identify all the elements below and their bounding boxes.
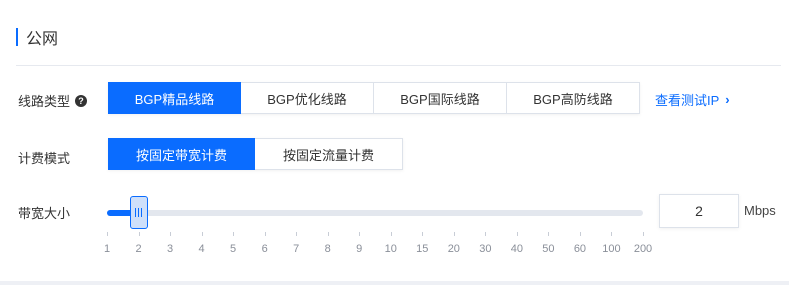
- slider-tick-label: 5: [230, 243, 237, 255]
- view-test-ip-link[interactable]: 查看测试IP ›: [655, 90, 730, 109]
- slider-tick-label: 10: [384, 243, 397, 255]
- billing-option-fixed-bandwidth[interactable]: 按固定带宽计费: [108, 138, 255, 170]
- slider-tick: [422, 232, 423, 236]
- slider-tick-label: 6: [261, 243, 268, 255]
- slider-tick-label: 4: [198, 243, 205, 255]
- help-icon[interactable]: ?: [75, 94, 88, 107]
- slider-tick-label: 9: [356, 243, 363, 255]
- bandwidth-input[interactable]: [659, 194, 739, 228]
- slider-tick: [139, 232, 140, 236]
- slider-tick: [265, 232, 266, 236]
- slider-tick-label: 20: [447, 243, 460, 255]
- slider-tick-label: 2: [135, 243, 142, 255]
- slider-tick-label: 40: [510, 243, 523, 255]
- line-type-option-bgp-optimized[interactable]: BGP优化线路: [241, 82, 374, 114]
- billing-option-fixed-traffic[interactable]: 按固定流量计费: [255, 138, 403, 170]
- slider-tick: [580, 232, 581, 236]
- grip-icon: [135, 208, 143, 217]
- billing-label: 计费模式: [18, 151, 71, 166]
- title-accent-bar: [16, 28, 18, 46]
- billing-mode-selector: 按固定带宽计费 按固定流量计费: [108, 138, 403, 170]
- line-type-selector: BGP精品线路 BGP优化线路 BGP国际线路 BGP高防线路: [108, 82, 640, 114]
- slider-tick: [328, 232, 329, 236]
- slider-tick-label: 100: [602, 243, 621, 255]
- section-title: 公网: [26, 31, 59, 48]
- slider-tick: [359, 232, 360, 236]
- slider-tick: [170, 232, 171, 236]
- slider-tick-label: 7: [293, 243, 300, 255]
- line-type-option-bgp-ddos[interactable]: BGP高防线路: [507, 82, 640, 114]
- slider-tick-label: 15: [416, 243, 429, 255]
- chevron-right-icon: ›: [725, 92, 730, 107]
- slider-tick-label: 50: [542, 243, 555, 255]
- line-type-label-group: 线路类型 ?: [18, 91, 88, 110]
- divider: [16, 65, 781, 66]
- bandwidth-slider-track[interactable]: [107, 210, 643, 216]
- section-header: 公网: [16, 27, 59, 48]
- slider-tick: [107, 232, 108, 236]
- view-test-ip-label: 查看测试IP: [655, 93, 720, 108]
- slider-tick-label: 3: [166, 243, 174, 255]
- bottom-divider: [0, 281, 789, 285]
- slider-tick: [391, 232, 392, 236]
- line-type-label: 线路类型: [18, 94, 71, 109]
- slider-tick-label: 1: [103, 243, 111, 255]
- bandwidth-unit: Mbps: [744, 203, 776, 218]
- slider-tick-label: 8: [324, 243, 331, 255]
- slider-tick: [548, 232, 549, 236]
- slider-tick-label: 60: [573, 243, 587, 255]
- slider-tick-label: 30: [479, 243, 492, 255]
- bandwidth-slider-handle[interactable]: [129, 196, 148, 229]
- line-type-option-bgp-premium[interactable]: BGP精品线路: [108, 82, 241, 114]
- slider-tick: [296, 232, 297, 236]
- line-type-option-bgp-international[interactable]: BGP国际线路: [374, 82, 507, 114]
- slider-tick: [454, 232, 455, 236]
- slider-tick: [517, 232, 518, 236]
- slider-tick: [485, 232, 486, 236]
- slider-tick: [202, 232, 203, 236]
- slider-tick: [643, 232, 644, 236]
- slider-tick-label: 200: [633, 243, 653, 255]
- slider-tick: [611, 232, 612, 236]
- bandwidth-label: 带宽大小: [18, 206, 71, 221]
- slider-tick: [233, 232, 234, 236]
